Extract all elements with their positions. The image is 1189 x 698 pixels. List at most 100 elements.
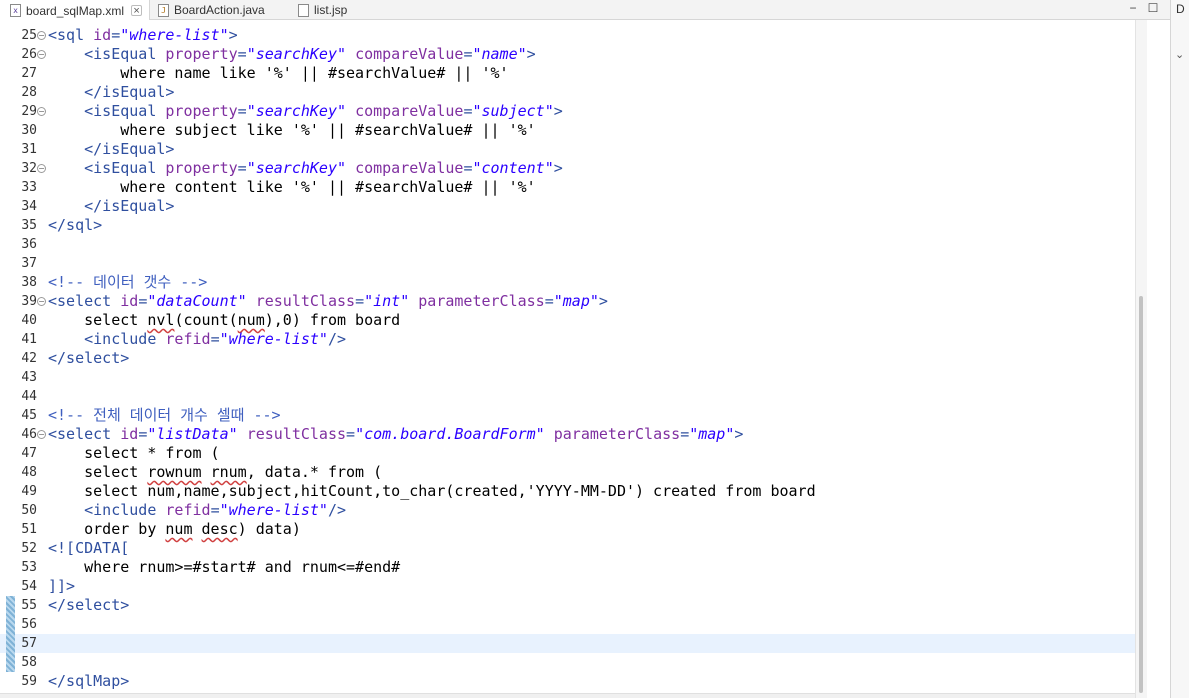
horizontal-scrollbar[interactable] [0, 693, 1135, 698]
line-number: 35 [21, 218, 37, 233]
code-line[interactable]: 57 [0, 634, 1145, 653]
tab-label: list.jsp [314, 3, 348, 17]
fold-toggle-icon[interactable]: − [37, 164, 46, 173]
code-line[interactable]: 50 <include refid="where-list"/> [0, 501, 1145, 520]
xml-tag: = [210, 330, 220, 348]
code-line[interactable]: 34 </isEqual> [0, 197, 1145, 216]
xml-tag: = [138, 425, 148, 443]
xml-attribute: compareValue [355, 45, 464, 63]
code-line[interactable]: 51 order by num desc) data) [0, 520, 1145, 539]
xml-attribute: refid [165, 330, 211, 348]
code-line[interactable]: 42 </select> [0, 349, 1145, 368]
code-content: <select id="listData" resultClass="com.b… [48, 425, 743, 444]
code-line[interactable]: 35 </sql> [0, 216, 1145, 235]
code-line[interactable]: 37 [0, 254, 1145, 273]
line-number: 45 [21, 408, 37, 423]
fold-toggle-icon[interactable]: − [37, 31, 46, 40]
line-number: 48 [21, 465, 37, 480]
code-line[interactable]: 33 where content like '%' || #searchValu… [0, 178, 1145, 197]
tab-list-jsp[interactable]: list.jsp [298, 0, 368, 20]
code-line[interactable]: 58 [0, 653, 1145, 672]
code-text: where subject like '%' || #searchValue# … [48, 121, 536, 139]
code-line[interactable]: 40 select nvl(count(num),0) from board [0, 311, 1145, 330]
xml-file-icon: x [10, 4, 21, 17]
xml-tag: <include [84, 501, 166, 519]
xml-tag: > [734, 425, 744, 443]
code-line[interactable]: 27 where name like '%' || #searchValue# … [0, 64, 1145, 83]
code-editor[interactable]: 25− <sql id="where-list"> 26− <isEqual pro… [0, 20, 1145, 698]
minimize-icon[interactable]: − [1126, 2, 1140, 16]
xml-string: "searchKey" [246, 45, 347, 63]
line-number: 53 [21, 560, 37, 575]
xml-tag: <select [48, 425, 121, 443]
tab-board-sqlmap-xml[interactable]: x board_sqlMap.xml × [0, 0, 150, 21]
chevron-down-icon[interactable]: ⌄ [1175, 48, 1184, 61]
code-content: <![CDATA[ [48, 539, 129, 558]
line-number: 39 [21, 294, 37, 309]
code-line[interactable]: 30 where subject like '%' || #searchValu… [0, 121, 1145, 140]
code-line[interactable]: 26− <isEqual property="searchKey" compar… [0, 45, 1145, 64]
tab-label: board_sqlMap.xml [26, 3, 125, 18]
tab-boardaction-java[interactable]: J BoardAction.java [158, 0, 283, 20]
code-line[interactable]: 38 <!-- 데이터 갯수 --> [0, 273, 1145, 292]
side-panel: D ⌄ [1170, 0, 1189, 698]
code-content: select rownum rnum, data.* from ( [48, 463, 382, 482]
code-line[interactable]: 32− <isEqual property="searchKey" compar… [0, 159, 1145, 178]
close-icon[interactable]: × [131, 5, 143, 17]
fold-toggle-icon[interactable]: − [37, 107, 46, 116]
line-number: 44 [21, 389, 37, 404]
scrollbar-thumb[interactable] [1139, 296, 1143, 693]
code-line[interactable]: 48 select rownum rnum, data.* from ( [0, 463, 1145, 482]
editor-tab-bar: x board_sqlMap.xml × J BoardAction.java … [0, 0, 1170, 21]
code-line[interactable]: 31 </isEqual> [0, 140, 1145, 159]
code-line[interactable]: 59 </sqlMap> [0, 672, 1145, 691]
code-line[interactable]: 54]]> [0, 577, 1145, 596]
xml-tag: = [111, 26, 121, 44]
vertical-scrollbar[interactable] [1135, 20, 1147, 698]
code-text: ),0) from board [264, 311, 401, 329]
line-number: 36 [21, 237, 37, 252]
xml-attribute: parameterClass [553, 425, 681, 443]
code-line[interactable]: 46− <select id="listData" resultClass="co… [0, 425, 1145, 444]
spelling-warning: desc [201, 520, 238, 538]
xml-comment: <!-- 전체 데이터 개수 셀때 --> [48, 406, 281, 424]
code-line[interactable]: 44 [0, 387, 1145, 406]
fold-toggle-icon[interactable]: − [37, 297, 46, 306]
line-number: 34 [21, 199, 37, 214]
code-line[interactable]: 55 </select> [0, 596, 1145, 615]
maximize-icon[interactable]: ☐ [1146, 2, 1160, 16]
code-line[interactable]: 25− <sql id="where-list"> [0, 26, 1145, 45]
code-line[interactable]: 52 <![CDATA[ [0, 539, 1145, 558]
xml-tag: = [138, 292, 148, 310]
code-text: where content like '%' || #searchValue# … [48, 178, 536, 196]
code-line[interactable]: 47 select * from ( [0, 444, 1145, 463]
code-line[interactable]: 53 where rnum>=#start# and rnum<=#end# [0, 558, 1145, 577]
code-line[interactable]: 43 [0, 368, 1145, 387]
line-number: 40 [21, 313, 37, 328]
code-line[interactable]: 45 <!-- 전체 데이터 개수 셀때 --> [0, 406, 1145, 425]
code-line[interactable]: 41 <include refid="where-list"/> [0, 330, 1145, 349]
xml-attribute: compareValue [355, 159, 464, 177]
spelling-warning: nvl [147, 311, 175, 329]
code-line[interactable]: 29− <isEqual property="searchKey" compar… [0, 102, 1145, 121]
code-line[interactable]: 39− <select id="dataCount" resultClass="i… [0, 292, 1145, 311]
code-content: <select id="dataCount" resultClass="int"… [48, 292, 608, 311]
fold-toggle-icon[interactable]: − [37, 430, 46, 439]
code-content: </sql> [48, 216, 102, 235]
xml-attribute: id [120, 292, 139, 310]
line-number: 27 [21, 66, 37, 81]
code-content: select num,name,subject,hitCount,to_char… [48, 482, 816, 501]
code-content: </isEqual> [48, 140, 174, 159]
code-line[interactable]: 49 select num,name,subject,hitCount,to_c… [0, 482, 1145, 501]
xml-string: "dataCount" [147, 292, 247, 310]
line-number: 46 [21, 427, 37, 442]
code-line[interactable]: 36 [0, 235, 1145, 254]
code-line[interactable]: 28 </isEqual> [0, 83, 1145, 102]
code-line[interactable]: 56 [0, 615, 1145, 634]
fold-toggle-icon[interactable]: − [37, 50, 46, 59]
